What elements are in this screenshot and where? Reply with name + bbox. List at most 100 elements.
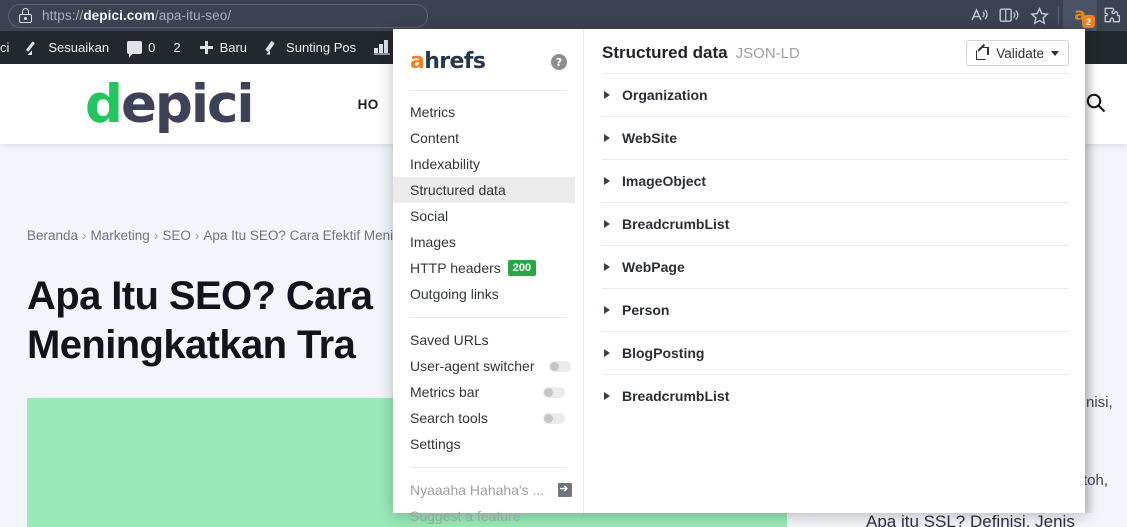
read-aloud-icon[interactable] — [964, 3, 994, 29]
panel-shadow — [1085, 29, 1095, 513]
structured-data-item[interactable]: WebPage — [602, 245, 1069, 288]
validate-button[interactable]: Validate — [966, 40, 1069, 66]
breadcrumb-separator: › — [194, 228, 200, 243]
sidebar-item-label: Outgoing links — [410, 286, 499, 302]
sidebar-item-outgoing-links[interactable]: Outgoing links — [393, 281, 575, 307]
wp-comments-button[interactable]: 0 — [118, 31, 164, 64]
logo-text-rest: epici — [120, 74, 255, 135]
paintbrush-icon — [27, 40, 42, 55]
browser-actions: a 2 — [964, 0, 1127, 31]
sidebar-item-social[interactable]: Social — [393, 203, 575, 229]
status-badge: 200 — [507, 259, 537, 277]
breadcrumb-item-0[interactable]: Beranda — [27, 228, 78, 243]
sidebar-item-indexability[interactable]: Indexability — [393, 151, 575, 177]
comment-icon — [127, 41, 143, 58]
ahrefs-brand-row: ahrefs ? — [393, 45, 583, 79]
star-icon[interactable] — [1024, 3, 1054, 29]
sidebar-item-label: Metrics — [410, 104, 456, 120]
divider — [410, 90, 567, 91]
sidebar-item-user-agent-switcher[interactable]: User-agent switcher — [393, 353, 575, 379]
toggle-user-agent-switcher[interactable] — [548, 360, 571, 372]
structured-data-item[interactable]: Organization — [602, 73, 1069, 116]
structured-data-item-label: Organization — [622, 87, 708, 103]
sidebar-item-metrics[interactable]: Metrics — [393, 99, 575, 125]
chevron-down-icon — [1051, 50, 1059, 56]
panel-title: Structured data — [602, 43, 728, 62]
sidebar-item-label: Suggest a feature — [410, 508, 521, 524]
panel-sidebar: ahrefs ? Metrics Content Indexability St… — [393, 29, 584, 524]
browser-toolbar: https://depici.com/apa-itu-seo/ a 2 — [0, 0, 1127, 31]
structured-data-item[interactable]: WebSite — [602, 116, 1069, 159]
address-bar[interactable]: https://depici.com/apa-itu-seo/ — [8, 3, 428, 28]
sidebar-item-label: Images — [410, 234, 456, 250]
sidebar-item-metrics-bar[interactable]: Metrics bar — [393, 379, 575, 405]
breadcrumb-separator: › — [82, 228, 87, 243]
wp-customize-label: Sesuaikan — [48, 40, 110, 55]
chevron-right-icon — [604, 220, 610, 228]
structured-data-item[interactable]: BlogPosting — [602, 331, 1069, 374]
panel-content: Structured data JSON-LD Validate Organiz… — [584, 29, 1085, 513]
ahrefs-logo: ahrefs — [410, 49, 486, 74]
structured-data-item-label: BlogPosting — [622, 345, 705, 361]
plus-icon — [199, 40, 214, 55]
site-logo[interactable]: depici — [85, 77, 255, 131]
sidebar-item-saved-urls[interactable]: Saved URLs — [393, 327, 575, 353]
structured-data-header: Structured data JSON-LD Validate — [602, 29, 1069, 73]
toggle-metrics-bar[interactable] — [543, 386, 565, 398]
toggle-search-tools[interactable] — [543, 412, 565, 424]
validate-button-label: Validate — [996, 45, 1044, 61]
sidebar-item-label: HTTP headers — [410, 260, 501, 276]
exit-icon[interactable] — [558, 481, 573, 498]
sidebar-item-images[interactable]: Images — [393, 229, 575, 255]
structured-data-item-label: WebPage — [622, 259, 685, 275]
lock-icon — [19, 8, 32, 23]
extension-badge-count: 2 — [1082, 15, 1095, 28]
breadcrumb-item-1[interactable]: Marketing — [91, 228, 150, 243]
structured-data-item[interactable]: Person — [602, 288, 1069, 331]
sidebar-item-content[interactable]: Content — [393, 125, 575, 151]
related-post-link[interactable]: Apa itu SSL? Definisi, Jenis — [866, 512, 1075, 527]
divider — [410, 467, 567, 468]
structured-data-item-label: WebSite — [622, 130, 677, 146]
sidebar-item-suggest-feature[interactable]: Suggest a feature — [393, 503, 575, 527]
wp-edit-post-button[interactable]: Sunting Pos — [256, 31, 365, 64]
sidebar-item-label: Indexability — [410, 156, 481, 172]
url-text: https://depici.com/apa-itu-seo/ — [42, 8, 231, 23]
chevron-right-icon — [604, 134, 610, 142]
wp-site-name[interactable]: ci — [0, 31, 18, 64]
sidebar-item-http-headers[interactable]: HTTP headers 200 — [393, 255, 575, 281]
breadcrumb: Beranda › Marketing › SEO › Apa Itu SEO? Cara … — [27, 228, 426, 243]
puzzle-icon[interactable] — [1097, 3, 1127, 29]
sidebar-item-label: Saved URLs — [410, 332, 489, 348]
sidebar-item-settings[interactable]: Settings — [393, 431, 575, 457]
help-icon[interactable]: ? — [551, 54, 567, 70]
sidebar-item-search-tools[interactable]: Search tools — [393, 405, 575, 431]
immersive-reader-icon[interactable] — [994, 3, 1024, 29]
sidebar-item-label: Social — [410, 208, 449, 224]
structured-data-item-label: BreadcrumbList — [622, 216, 730, 232]
ahrefs-extension-button[interactable]: a 2 — [1063, 0, 1097, 31]
structured-data-item-label: BreadcrumbList — [622, 388, 730, 404]
structured-data-item-label: ImageObject — [622, 173, 707, 189]
sidebar-item-label: Search tools — [410, 410, 488, 426]
divider — [410, 317, 567, 318]
sidebar-item-account[interactable]: Nyaaaha Hahaha's ... — [393, 477, 575, 503]
structured-data-item[interactable]: ImageObject — [602, 159, 1069, 202]
pencil-icon — [265, 40, 280, 55]
sidebar-item-structured-data[interactable]: Structured data — [393, 177, 575, 203]
bar-chart-icon — [374, 39, 391, 55]
nav-item-home[interactable]: HO — [358, 97, 379, 112]
structured-data-item-label: Person — [622, 302, 670, 318]
breadcrumb-item-2[interactable]: SEO — [162, 228, 191, 243]
chevron-right-icon — [604, 177, 610, 185]
wp-updates-count[interactable]: 2 — [164, 31, 189, 64]
account-name-label: Nyaaaha Hahaha's ... — [410, 482, 545, 498]
chevron-right-icon — [604, 306, 610, 314]
wp-new-button[interactable]: Baru — [190, 31, 256, 64]
structured-data-item[interactable]: BreadcrumbList — [602, 374, 1069, 417]
chevron-right-icon — [604, 349, 610, 357]
structured-data-item[interactable]: BreadcrumbList — [602, 202, 1069, 245]
ahrefs-logo-a: a — [410, 49, 425, 74]
chevron-right-icon — [604, 263, 610, 271]
wp-customize-button[interactable]: Sesuaikan — [18, 31, 118, 64]
